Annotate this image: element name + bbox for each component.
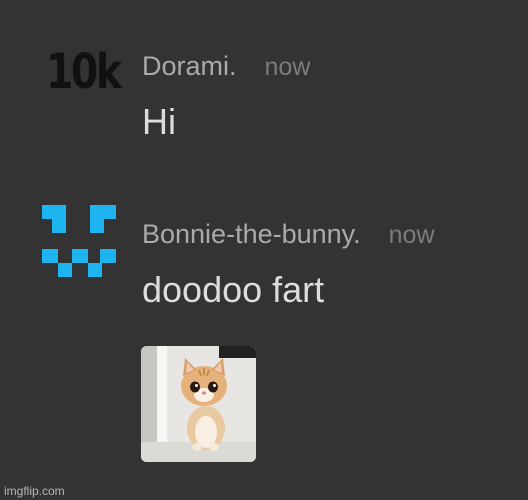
message-content: Hi — [142, 101, 176, 142]
image-attachment[interactable] — [141, 346, 256, 462]
message-header: Dorami. now — [142, 48, 310, 84]
watermark-text: imgflip.com — [4, 484, 65, 498]
kitten-photo — [141, 346, 256, 462]
timestamp: now — [388, 221, 435, 249]
pixel-face-icon[interactable] — [42, 205, 118, 281]
avatar-10k[interactable]: 10k — [46, 44, 122, 100]
message-content: doodoo fart — [142, 269, 325, 310]
timestamp: now — [264, 53, 311, 81]
message-header: Bonnie-the-bunny. now — [142, 216, 435, 252]
author-name[interactable]: Bonnie-the-bunny. — [142, 216, 361, 252]
author-name[interactable]: Dorami. — [142, 48, 237, 84]
